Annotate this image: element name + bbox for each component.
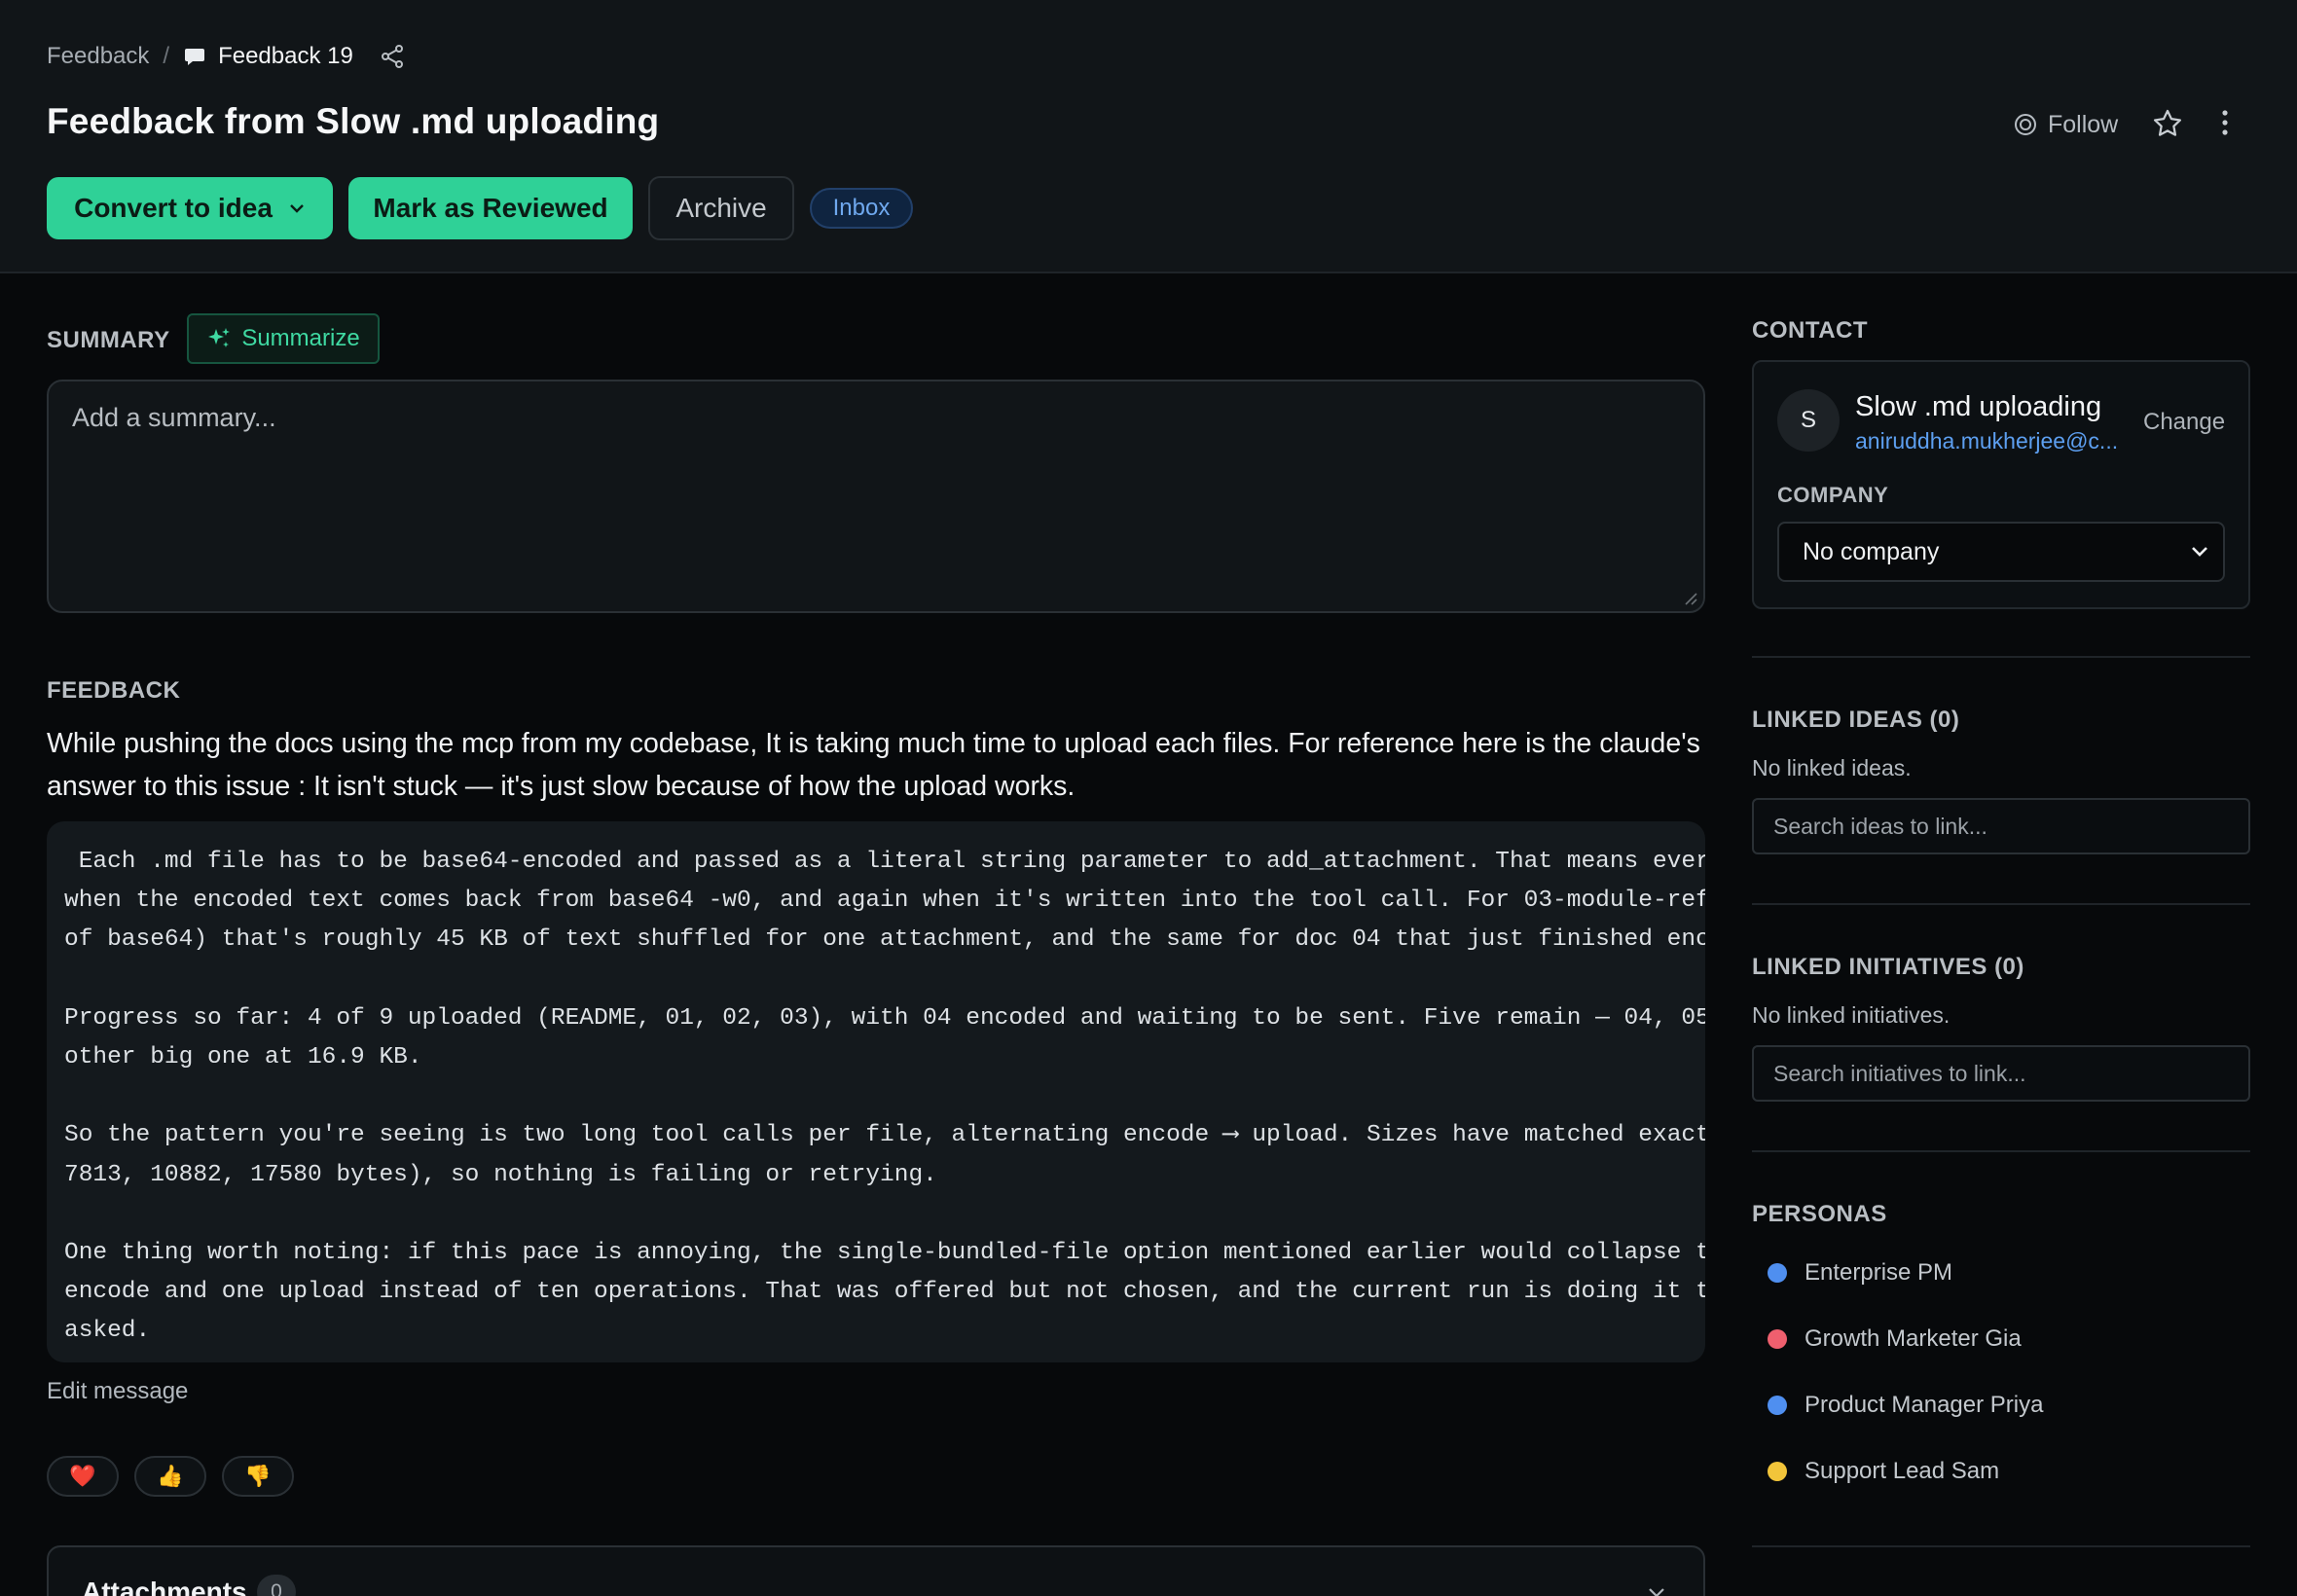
share-icon[interactable]	[379, 43, 406, 70]
persona-name: Enterprise PM	[1805, 1259, 1953, 1286]
persona-item[interactable]: Support Lead Sam	[1768, 1458, 1999, 1485]
sparkle-icon	[208, 328, 231, 347]
attachments-title: Attachments	[82, 1577, 247, 1596]
follow-label: Follow	[2048, 110, 2119, 138]
persona-color-dot	[1768, 1396, 1787, 1415]
code-content: Each .md file has to be base64-encoded a…	[64, 849, 1705, 1345]
chevron-down-icon	[290, 204, 304, 213]
star-icon[interactable]	[2151, 107, 2184, 140]
summary-textarea[interactable]: Add a summary...	[47, 380, 1705, 613]
company-selected-value: No company	[1803, 537, 1940, 565]
company-select[interactable]: No company	[1777, 522, 2225, 582]
convert-to-idea-button[interactable]: Convert to idea	[47, 177, 333, 239]
change-contact-button[interactable]: Change	[2143, 409, 2225, 436]
company-label: COMPANY	[1777, 483, 1889, 507]
persona-item[interactable]: Product Manager Priya	[1768, 1392, 2043, 1419]
summarize-label: Summarize	[241, 325, 360, 351]
persona-color-dot	[1768, 1462, 1787, 1481]
linked-initiatives-heading: LINKED INITIATIVES (0)	[1752, 954, 2024, 980]
reaction-thumbs-down[interactable]: 👎	[222, 1456, 294, 1497]
linked-initiatives-empty: No linked initiatives.	[1752, 1002, 1951, 1028]
contact-name: Slow .md uploading	[1855, 391, 2102, 422]
persona-name: Growth Marketer Gia	[1805, 1325, 2022, 1352]
eye-icon	[2015, 114, 2036, 135]
summary-placeholder: Add a summary...	[72, 403, 276, 432]
attachments-panel[interactable]: Attachments 0	[47, 1545, 1705, 1596]
follow-button[interactable]: Follow	[2013, 109, 2118, 140]
breadcrumb-current: Feedback 19	[218, 43, 353, 69]
page-title: Feedback from Slow .md uploading	[47, 101, 660, 141]
resize-handle-icon[interactable]	[1682, 590, 1697, 605]
sidebar-divider	[1752, 1545, 2250, 1547]
attachments-count-badge: 0	[257, 1575, 296, 1596]
search-initiatives-input[interactable]: Search initiatives to link...	[1752, 1045, 2250, 1102]
archive-button[interactable]: Archive	[648, 176, 794, 240]
chat-bubble-icon	[183, 45, 206, 68]
contact-card: S Slow .md uploading aniruddha.mukherjee…	[1752, 360, 2250, 609]
persona-name: Product Manager Priya	[1805, 1392, 2044, 1418]
more-options-icon[interactable]	[2211, 105, 2239, 140]
sidebar-divider	[1752, 656, 2250, 658]
breadcrumb: Feedback / Feedback 19	[47, 41, 406, 72]
reaction-thumbs-up[interactable]: 👍	[134, 1456, 206, 1497]
breadcrumb-separator: /	[163, 43, 170, 69]
chevron-down-icon	[2192, 547, 2207, 557]
convert-label: Convert to idea	[74, 193, 273, 223]
persona-color-dot	[1768, 1329, 1787, 1349]
sidebar-divider	[1752, 903, 2250, 905]
summary-heading: SUMMARY	[47, 327, 170, 353]
mark-as-reviewed-button[interactable]: Mark as Reviewed	[348, 177, 633, 239]
sidebar-divider	[1752, 1150, 2250, 1152]
contact-email-link[interactable]: aniruddha.mukherjee@c...	[1855, 428, 2118, 454]
chevron-down-icon[interactable]	[1647, 1586, 1666, 1596]
feedback-code-block: Each .md file has to be base64-encoded a…	[47, 821, 1705, 1362]
status-badge: Inbox	[810, 188, 913, 229]
persona-item[interactable]: Growth Marketer Gia	[1768, 1325, 2022, 1353]
feedback-detail-page: Feedback / Feedback 19 Feedback from Slo…	[0, 0, 2297, 1596]
linked-ideas-heading: LINKED IDEAS (0)	[1752, 707, 1960, 733]
avatar: S	[1777, 389, 1840, 452]
persona-item[interactable]: Enterprise PM	[1768, 1259, 1952, 1287]
feedback-message: While pushing the docs using the mcp fro…	[47, 728, 1700, 802]
summarize-button[interactable]: Summarize	[187, 313, 380, 364]
feedback-heading: FEEDBACK	[47, 677, 181, 704]
persona-name: Support Lead Sam	[1805, 1458, 2000, 1484]
persona-color-dot	[1768, 1263, 1787, 1283]
linked-ideas-empty: No linked ideas.	[1752, 755, 1912, 780]
edit-message-link[interactable]: Edit message	[47, 1378, 188, 1405]
search-ideas-input[interactable]: Search ideas to link...	[1752, 798, 2250, 854]
page-header: Feedback / Feedback 19 Feedback from Slo…	[0, 0, 2297, 273]
personas-heading: PERSONAS	[1752, 1201, 1887, 1227]
contact-heading: CONTACT	[1752, 317, 1869, 344]
reaction-heart[interactable]: ❤️	[47, 1456, 119, 1497]
breadcrumb-feedback-link[interactable]: Feedback	[47, 43, 149, 70]
